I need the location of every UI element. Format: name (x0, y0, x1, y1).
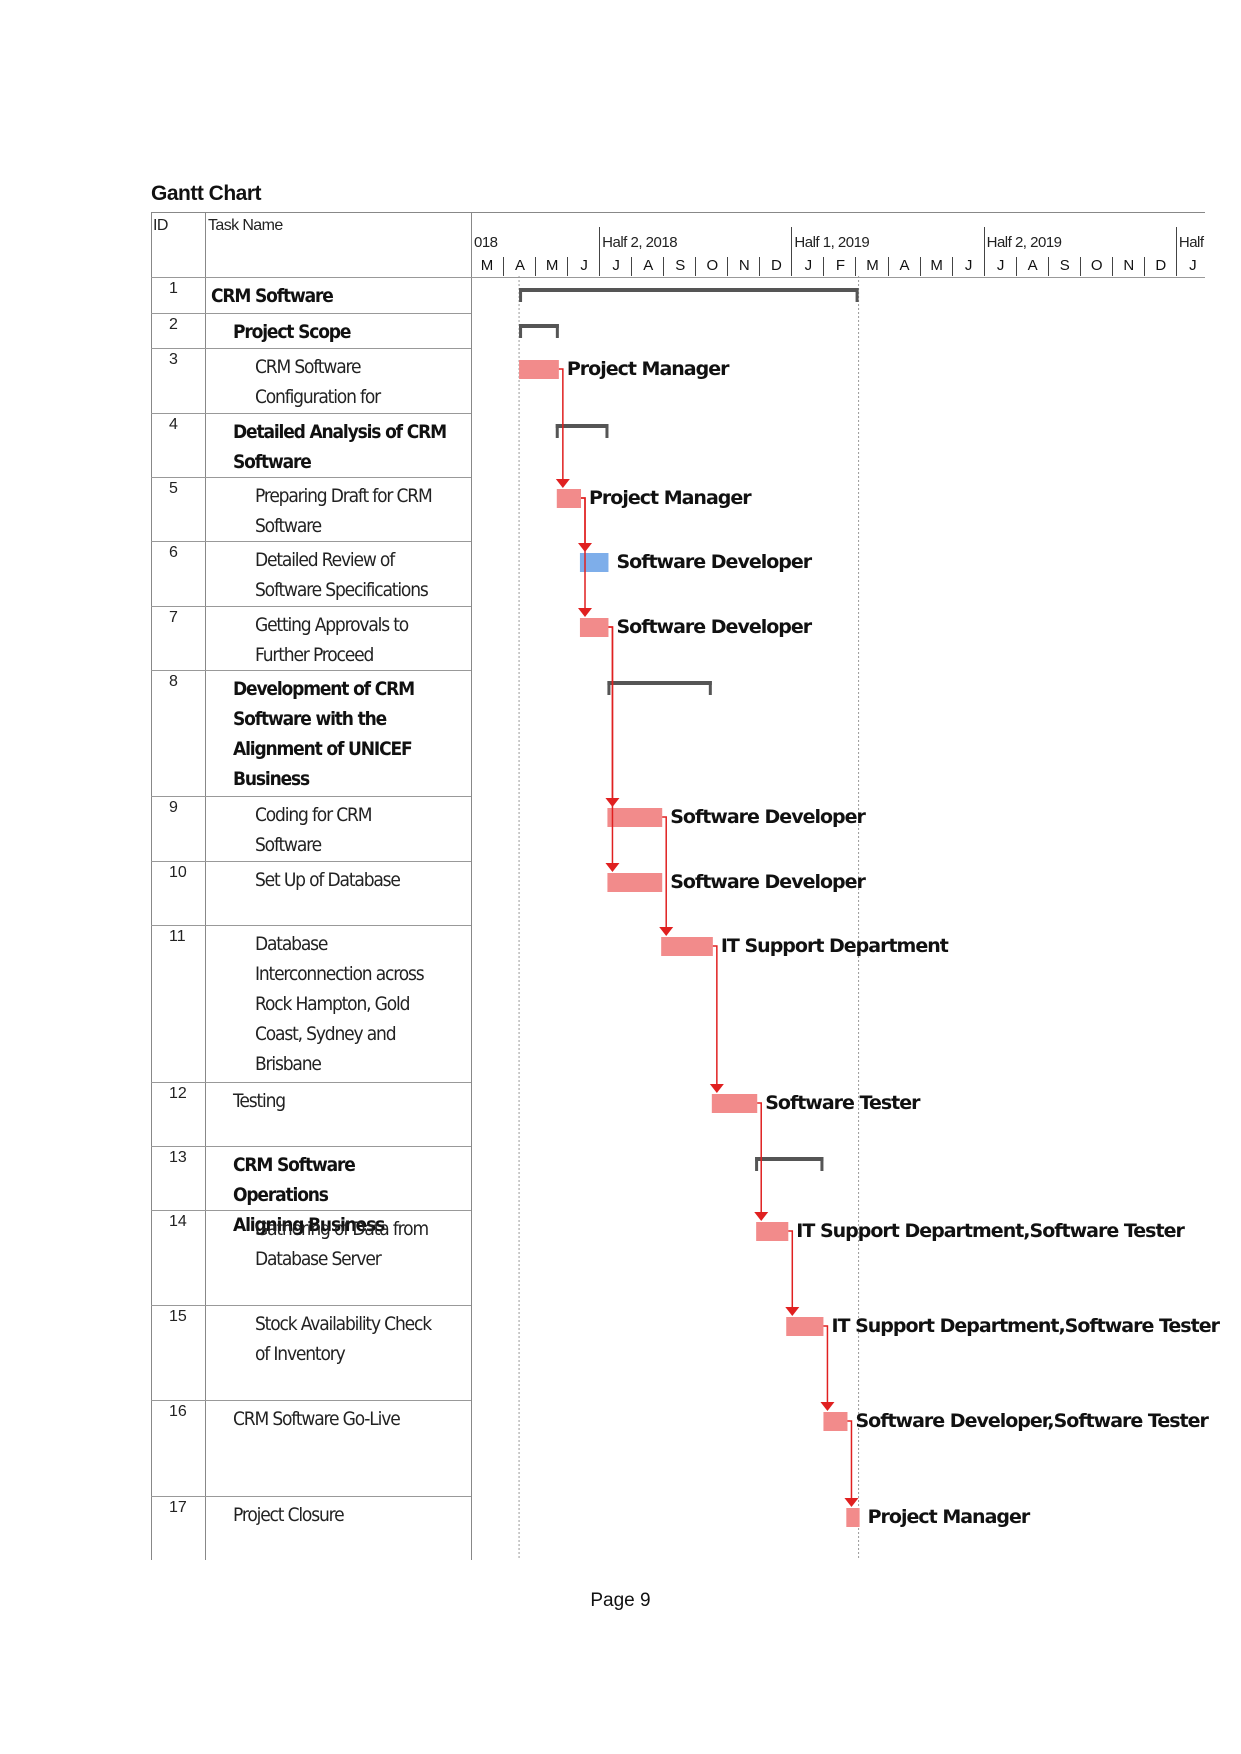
summary-bar (519, 324, 559, 328)
dependency-link (847, 1420, 853, 1500)
resource-label: IT Support Department,Software Tester (796, 1220, 1185, 1242)
dependency-arrowhead (820, 1402, 835, 1411)
summary-bar-end-cap (605, 424, 609, 438)
summary-bar-start-cap (519, 324, 523, 338)
task-bar (579, 553, 609, 572)
resource-label: Software Developer (616, 551, 812, 573)
dependency-link (712, 945, 718, 1086)
gantt-chart-area: Project Manager Project Manager Software D… (518, 276, 1222, 1559)
task-bar (607, 873, 663, 892)
summary-bar-end-cap (855, 288, 859, 302)
resource-label: Project Manager (589, 487, 752, 509)
dependency-link (823, 1325, 829, 1404)
dependency-arrowhead (605, 863, 620, 872)
task-bar (556, 489, 582, 508)
resource-label: Software Developer,Software Tester (855, 1410, 1209, 1432)
task-bar (607, 808, 663, 827)
resource-label: Software Developer (670, 871, 866, 893)
task-bar (661, 937, 713, 956)
dependency-link (662, 816, 667, 929)
dependency-arrowhead (659, 927, 674, 936)
dependency-arrowhead (555, 479, 570, 488)
resource-label: Software Developer (670, 806, 866, 828)
dependency-link (788, 1230, 794, 1309)
task-bar (756, 1222, 789, 1241)
resource-label: Software Tester (765, 1092, 921, 1114)
dependency-arrowhead (844, 1498, 859, 1507)
resource-label: Project Manager (868, 1506, 1031, 1528)
summary-bar-end-cap (820, 1157, 824, 1171)
task-bar (846, 1508, 860, 1527)
resource-label: Project Manager (567, 358, 730, 380)
resource-label: IT Support Department (721, 935, 949, 957)
task-bar (711, 1094, 758, 1113)
resource-label: Software Developer (616, 616, 812, 638)
summary-bar-start-cap (519, 288, 523, 302)
summary-bar-start-cap (755, 1157, 759, 1171)
dependency-arrowhead (754, 1212, 769, 1221)
page-number: Page 9 (590, 1590, 651, 1611)
summary-bar (519, 288, 859, 292)
dependency-arrowhead (709, 1084, 724, 1093)
summary-bar (555, 424, 609, 428)
dependency-arrowhead (578, 608, 593, 617)
task-bar (519, 360, 559, 379)
dependency-arrowhead (785, 1307, 800, 1316)
summary-bar-end-cap (555, 324, 559, 338)
dependency-link (608, 626, 614, 865)
resource-label: IT Support Department,Software Tester (831, 1315, 1220, 1337)
summary-bar-start-cap (607, 681, 611, 695)
task-bar (786, 1317, 824, 1336)
summary-bar-end-cap (708, 681, 712, 695)
summary-bar (755, 1157, 824, 1161)
task-bar (823, 1412, 848, 1431)
summary-bar-start-cap (555, 424, 559, 438)
summary-bar (607, 681, 712, 685)
task-bar (579, 618, 609, 637)
